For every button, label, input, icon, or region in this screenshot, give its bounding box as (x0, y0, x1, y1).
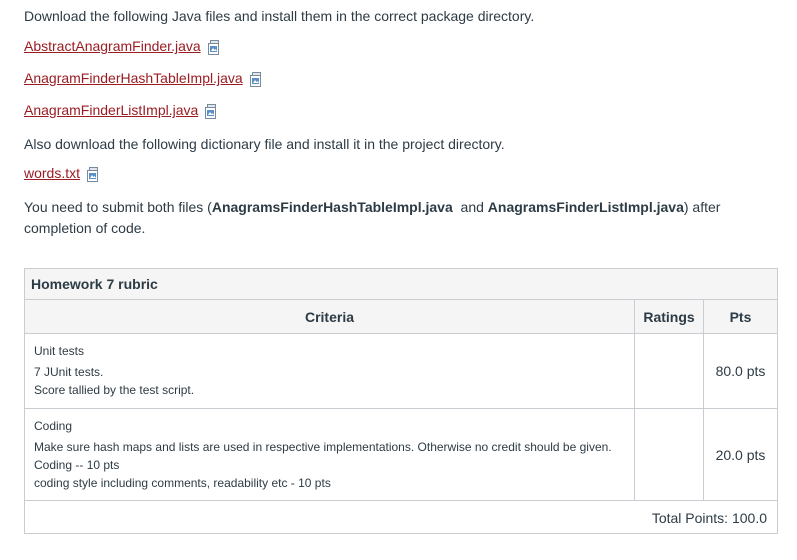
rubric-header-row: Criteria Ratings Pts (25, 300, 777, 334)
file-link-anagram-finder-list-impl[interactable]: AnagramFinderListImpl.java (24, 102, 198, 118)
file-row-list: AnagramFinderListImpl.java (24, 102, 217, 119)
rubric-row-coding: Coding Make sure hash maps and lists are… (25, 409, 777, 501)
pts-header: Pts (729, 308, 752, 325)
file-link-abstract-anagram-finder[interactable]: AbstractAnagramFinder.java (24, 38, 201, 54)
submit-file-hashtable: AnagramsFinderHashTableImpl.java (211, 199, 453, 215)
criterion-line: coding style including comments, readabi… (34, 476, 331, 490)
ratings-header: Ratings (635, 300, 704, 333)
criterion-description: Unit tests 7 JUnit tests. Score tallied … (25, 334, 635, 408)
criterion-line: Coding -- 10 pts (34, 458, 120, 472)
file-row-dictionary: words.txt (24, 165, 99, 182)
ratings-cell (635, 409, 704, 500)
submit-file-list: AnagramsFinderListImpl.java (487, 199, 684, 215)
criterion-description: Coding Make sure hash maps and lists are… (25, 409, 635, 500)
criterion-name: Coding (34, 419, 73, 433)
rubric-table: Homework 7 rubric Criteria Ratings Pts U… (24, 268, 778, 534)
file-preview-icon[interactable] (207, 39, 220, 55)
submit-prefix: You need to submit both files ( (24, 199, 212, 215)
criterion-line: Score tallied by the test script. (34, 383, 195, 397)
submission-instructions-text: You need to submit both files (AnagramsF… (24, 197, 784, 239)
assignment-page: Download the following Java files and in… (0, 0, 797, 560)
file-preview-icon[interactable] (249, 71, 262, 87)
file-row-abstract: AbstractAnagramFinder.java (24, 38, 220, 55)
pts-cell: 20.0 pts (715, 446, 766, 463)
criteria-header: Criteria (25, 300, 635, 333)
submit-middle: and (452, 199, 488, 215)
rubric-row-unit-tests: Unit tests 7 JUnit tests. Score tallied … (25, 334, 777, 409)
rubric-title: Homework 7 rubric (25, 269, 777, 300)
file-preview-icon[interactable] (86, 166, 99, 182)
dictionary-instructions-text: Also download the following dictionary f… (24, 136, 505, 152)
total-points: Total Points: 100.0 (651, 509, 767, 526)
file-link-anagram-finder-hashtable-impl[interactable]: AnagramFinderHashTableImpl.java (24, 70, 243, 86)
pts-cell: 80.0 pts (715, 363, 766, 379)
file-preview-icon[interactable] (204, 103, 217, 119)
criterion-line: 7 JUnit tests. (34, 365, 104, 379)
intro-text: Download the following Java files and in… (24, 8, 535, 24)
file-link-words-txt[interactable]: words.txt (24, 165, 80, 181)
ratings-cell (635, 334, 704, 408)
criterion-name: Unit tests (34, 344, 85, 358)
criterion-line: Make sure hash maps and lists are used i… (34, 440, 612, 454)
file-row-hashtable: AnagramFinderHashTableImpl.java (24, 70, 262, 87)
